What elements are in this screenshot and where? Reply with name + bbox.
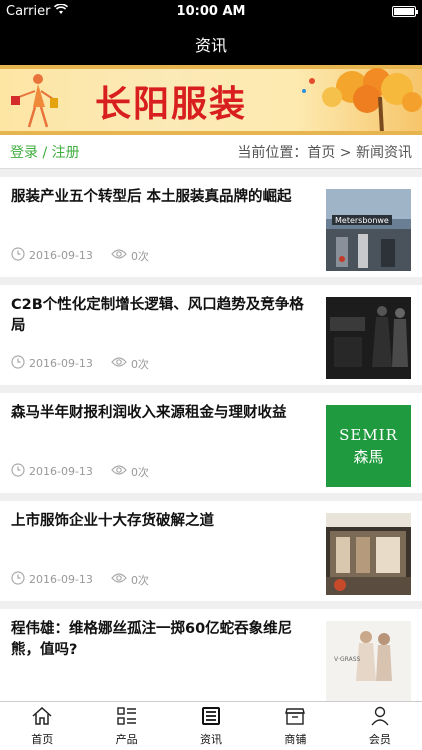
news-document-icon bbox=[200, 706, 222, 729]
tab-news[interactable]: 资讯 bbox=[169, 702, 253, 750]
clock-icon bbox=[11, 247, 25, 264]
news-views: 0次 bbox=[130, 249, 149, 263]
nav-bar: 资讯 bbox=[0, 22, 422, 65]
home-icon bbox=[31, 706, 53, 729]
news-title: C2B个性化定制增长逻辑、风口趋势及竞争格局 bbox=[11, 297, 304, 334]
eye-icon bbox=[111, 464, 127, 479]
news-views: 0次 bbox=[130, 357, 149, 371]
news-title: 服装产业五个转型后 本土服装真品牌的崛起 bbox=[11, 189, 292, 205]
news-item[interactable]: 程伟雄：维格娜丝孤注一掷60亿蛇吞象维尼熊，值吗? V·GRASS bbox=[0, 609, 422, 709]
banner-bottom-stripe bbox=[0, 131, 422, 135]
news-meta: 2016-09-13 0次 bbox=[11, 571, 149, 588]
news-title: 程伟雄：维格娜丝孤注一掷60亿蛇吞象维尼熊，值吗? bbox=[11, 621, 293, 658]
news-title: 森马半年财报利润收入来源租金与理财收益 bbox=[11, 405, 287, 421]
news-list: 服装产业五个转型后 本土服装真品牌的崛起 2016-09-13 0次 Meter… bbox=[0, 177, 422, 709]
vgrass-logo: V·GRASS bbox=[334, 656, 361, 663]
battery-icon bbox=[392, 5, 418, 17]
news-meta: 2016-09-13 0次 bbox=[11, 463, 149, 480]
eye-icon bbox=[111, 356, 127, 371]
news-thumbnail: V·GRASS bbox=[326, 621, 411, 703]
eye-icon bbox=[111, 248, 127, 263]
shopper-figure-icon bbox=[11, 74, 58, 128]
news-date: 2016-09-13 bbox=[29, 249, 93, 262]
news-thumbnail: Metersbonwe bbox=[326, 189, 411, 271]
page-title: 资讯 bbox=[194, 35, 227, 55]
semir-logo-cn: 森馬 bbox=[353, 447, 384, 466]
tab-label: 商铺 bbox=[284, 732, 307, 746]
news-views: 0次 bbox=[130, 465, 149, 479]
status-time: 10:00 AM bbox=[176, 3, 246, 19]
news-item[interactable]: 服装产业五个转型后 本土服装真品牌的崛起 2016-09-13 0次 Meter… bbox=[0, 177, 422, 277]
tab-label: 产品 bbox=[115, 732, 138, 746]
news-item[interactable]: 上市服饰企业十大存货破解之道 2016-09-13 0次 bbox=[0, 501, 422, 601]
tab-shops[interactable]: 商铺 bbox=[253, 702, 337, 750]
tab-bar: 首页 产品 资讯 商铺 会员 bbox=[0, 701, 422, 750]
news-date: 2016-09-13 bbox=[29, 357, 93, 370]
grid-list-icon bbox=[116, 706, 138, 729]
news-thumbnail bbox=[326, 297, 411, 379]
tab-label: 资讯 bbox=[200, 732, 223, 746]
breadcrumb: 当前位置：首页 > 新闻资讯 bbox=[237, 144, 412, 161]
clock-icon bbox=[11, 571, 25, 588]
news-date: 2016-09-13 bbox=[29, 465, 93, 478]
news-views: 0次 bbox=[130, 573, 149, 587]
news-date: 2016-09-13 bbox=[29, 573, 93, 586]
login-register-link[interactable]: 登录 / 注册 bbox=[10, 142, 80, 162]
news-meta: 2016-09-13 0次 bbox=[11, 355, 149, 372]
status-bar: Carrier 10:00 AM bbox=[0, 0, 422, 22]
mall-sign-text: Metersbonwe bbox=[335, 216, 389, 225]
clock-icon bbox=[11, 463, 25, 480]
storefront-icon bbox=[284, 706, 306, 729]
semir-logo-en: SEMIR bbox=[339, 425, 398, 444]
banner: 长阳服装 bbox=[0, 65, 422, 135]
autumn-tree-icon bbox=[302, 68, 422, 133]
tab-label: 首页 bbox=[31, 732, 54, 746]
info-bar: 登录 / 注册 当前位置：首页 > 新闻资讯 bbox=[0, 135, 422, 169]
news-item[interactable]: 森马半年财报利润收入来源租金与理财收益 2016-09-13 0次 SEMIR … bbox=[0, 393, 422, 493]
clock-icon bbox=[11, 355, 25, 372]
tab-member[interactable]: 会员 bbox=[338, 702, 422, 750]
news-thumbnail bbox=[326, 513, 411, 595]
eye-icon bbox=[111, 572, 127, 587]
tab-home[interactable]: 首页 bbox=[0, 702, 84, 750]
news-thumbnail: SEMIR 森馬 bbox=[326, 405, 411, 487]
news-title: 上市服饰企业十大存货破解之道 bbox=[11, 513, 214, 529]
news-item[interactable]: C2B个性化定制增长逻辑、风口趋势及竞争格局 2016-09-13 0次 bbox=[0, 285, 422, 385]
tab-label: 会员 bbox=[368, 732, 391, 746]
banner-title: 长阳服装 bbox=[95, 83, 248, 125]
news-meta: 2016-09-13 0次 bbox=[11, 247, 149, 264]
tab-products[interactable]: 产品 bbox=[84, 702, 168, 750]
user-icon bbox=[369, 706, 391, 729]
